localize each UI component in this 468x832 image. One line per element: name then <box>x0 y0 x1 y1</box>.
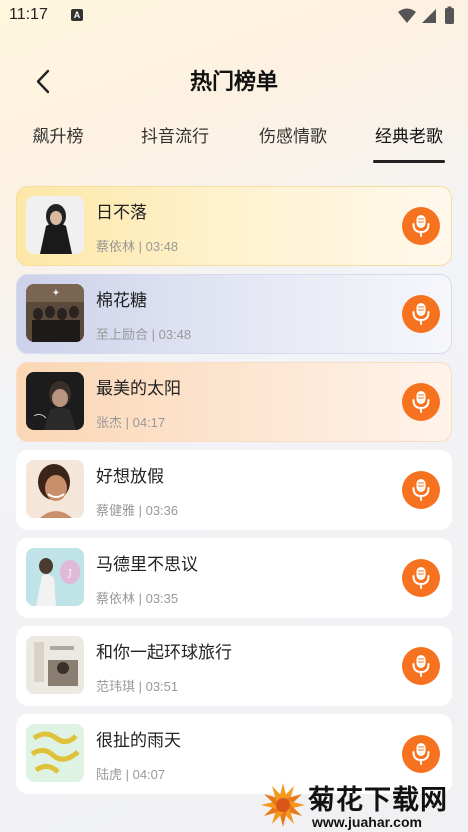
status-icons <box>398 6 454 24</box>
album-cover: J <box>26 548 84 606</box>
wifi-icon <box>398 8 416 23</box>
microphone-icon <box>412 567 430 589</box>
album-cover <box>26 460 84 518</box>
song-title: 最美的太阳 <box>96 379 181 399</box>
sing-button[interactable] <box>402 735 440 773</box>
microphone-icon <box>412 655 430 677</box>
tab-classic[interactable]: 经典老歌 <box>359 122 459 147</box>
watermark-url: www.juahar.com <box>312 814 422 830</box>
song-row[interactable]: ✦ 棉花糖 至上励合 | 03:48 <box>16 274 452 354</box>
microphone-icon <box>412 215 430 237</box>
microphone-icon <box>412 391 430 413</box>
song-row[interactable]: 好想放假 蔡健雅 | 03:36 <box>16 450 452 530</box>
tab-sad[interactable]: 伤感情歌 <box>243 122 343 147</box>
tab-rising[interactable]: 飙升榜 <box>8 122 108 147</box>
sing-button[interactable] <box>402 295 440 333</box>
microphone-icon <box>412 479 430 501</box>
microphone-icon <box>412 743 430 765</box>
album-cover <box>26 636 84 694</box>
a-icon: A <box>71 9 83 21</box>
song-title: 马德里不思议 <box>96 555 198 575</box>
song-meta: 陆虎 | 04:07 <box>96 767 166 782</box>
active-tab-indicator <box>373 160 445 163</box>
sing-button[interactable] <box>402 383 440 421</box>
song-row[interactable]: 和你一起环球旅行 范玮琪 | 03:51 <box>16 626 452 706</box>
watermark-title: 菊花下载网 <box>308 785 448 816</box>
song-row[interactable]: 日不落 蔡依林 | 03:48 <box>16 186 452 266</box>
battery-icon <box>445 8 454 24</box>
svg-text:✦: ✦ <box>52 288 60 299</box>
status-bar: 11:17 A <box>0 0 468 32</box>
sing-button[interactable] <box>402 471 440 509</box>
song-meta: 范玮琪 | 03:51 <box>96 679 179 694</box>
page-title: 热门榜单 <box>189 70 278 95</box>
song-row[interactable]: J 马德里不思议 蔡依林 | 03:35 <box>16 538 452 618</box>
song-meta: 蔡健雅 | 03:36 <box>96 503 179 518</box>
sing-button[interactable] <box>402 559 440 597</box>
song-meta: 蔡依林 | 03:35 <box>96 591 179 606</box>
tab-douyin[interactable]: 抖音流行 <box>125 122 225 147</box>
album-cover <box>26 372 84 430</box>
song-title: 和你一起环球旅行 <box>96 643 232 663</box>
watermark: 菊花下载网 www.juahar.com <box>258 776 468 832</box>
song-meta: 张杰 | 04:17 <box>96 415 166 430</box>
album-cover <box>26 196 84 254</box>
tab-bar: 飙升榜 抖音流行 伤感情歌 经典老歌 <box>0 118 468 168</box>
sing-button[interactable] <box>402 647 440 685</box>
svg-text:J: J <box>67 569 72 579</box>
microphone-icon <box>412 303 430 325</box>
status-time: 11:17 <box>9 6 48 23</box>
song-title: 很扯的雨天 <box>96 731 181 751</box>
sing-button[interactable] <box>402 207 440 245</box>
signal-icon <box>422 9 436 23</box>
flower-logo-icon <box>261 783 305 827</box>
song-title: 好想放假 <box>96 467 164 487</box>
album-cover <box>26 724 84 782</box>
song-title: 棉花糖 <box>96 291 147 311</box>
album-cover: ✦ <box>26 284 84 342</box>
song-meta: 至上励合 | 03:48 <box>96 327 192 342</box>
song-row[interactable]: 最美的太阳 张杰 | 04:17 <box>16 362 452 442</box>
song-meta: 蔡依林 | 03:48 <box>96 239 179 254</box>
song-title: 日不落 <box>96 203 147 223</box>
header: 热门榜单 <box>0 56 468 104</box>
